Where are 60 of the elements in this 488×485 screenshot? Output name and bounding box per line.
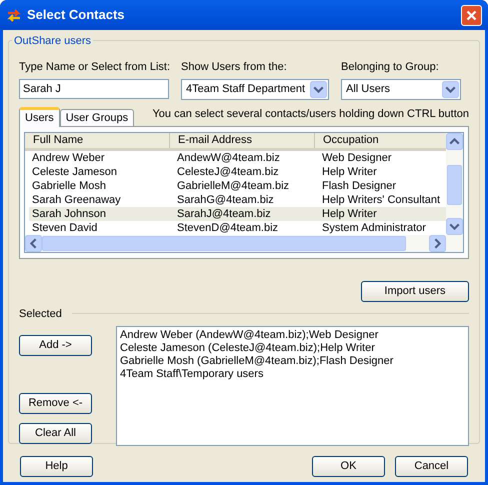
- cancel-button[interactable]: Cancel: [395, 456, 468, 477]
- column-header[interactable]: Full Name: [25, 132, 170, 148]
- table-cell-text: Help Writer: [321, 206, 378, 220]
- close-icon: [466, 10, 477, 20]
- table-cell-text: Andrew Weber: [31, 150, 106, 164]
- help-button[interactable]: Help: [20, 456, 93, 477]
- table-cell-text: Celeste Jameson: [31, 164, 118, 178]
- table-cell-text: SarahG@4team.biz: [176, 192, 275, 206]
- table-row[interactable]: Sarah Greenaway SarahG@4team.biz Help Writers' Consultant: [29, 192, 446, 206]
- window-title: Select Contacts: [27, 6, 126, 24]
- horizontal-scrollbar[interactable]: [25, 234, 463, 252]
- scroll-down-icon[interactable]: [446, 218, 463, 234]
- table-cell-text: AndewW@4team.biz: [176, 150, 281, 164]
- scroll-right-icon[interactable]: [429, 234, 446, 252]
- selected-item[interactable]: Celeste Jameson (CelesteJ@4team.biz);Help Writer: [120, 342, 465, 355]
- table-cell-text: Help Writers' Consultant: [321, 192, 442, 206]
- department-dropdown[interactable]: 4Team Staff Department: [181, 78, 329, 100]
- ok-button[interactable]: OK: [312, 456, 385, 477]
- name-input-field[interactable]: Sarah J: [19, 78, 169, 98]
- field-label: Type Name or Select from List:: [19, 60, 169, 75]
- field-label: Show Users from the:: [181, 60, 288, 75]
- scroll-left-icon[interactable]: [25, 234, 42, 252]
- table-cell-text: Steven David: [31, 220, 98, 234]
- table-cell-text: GabrielleM@4team.biz: [176, 178, 290, 192]
- tab[interactable]: Users: [19, 106, 60, 126]
- section-title: Selected: [19, 306, 62, 322]
- table-cell-text: StevenD@4team.biz: [176, 220, 280, 234]
- column-header[interactable]: Occupation: [315, 132, 446, 148]
- table-cell-text: System Administrator: [321, 220, 427, 234]
- selected-item[interactable]: 4Team Staff\Temporary users: [120, 368, 465, 381]
- scroll-thumb[interactable]: [42, 236, 406, 250]
- add-button[interactable]: Add ->: [19, 335, 92, 356]
- table-cell-text: Web Designer: [321, 150, 392, 164]
- table-cell-text: Flash Designer: [321, 178, 397, 192]
- tab[interactable]: User Groups: [60, 108, 134, 126]
- table-row[interactable]: Celeste Jameson CelesteJ@4team.biz Help Writer: [29, 164, 446, 178]
- vertical-scrollbar[interactable]: [446, 132, 463, 234]
- scroll-thumb[interactable]: [447, 164, 462, 204]
- table-cell-text: Sarah Greenaway: [31, 192, 122, 206]
- arrows-icon: [6, 7, 22, 23]
- scroll-up-icon[interactable]: [446, 132, 463, 150]
- hint-text: You can select several contacts/users holding down CTRL button: [152, 107, 469, 122]
- table-cell-text: Help Writer: [321, 164, 378, 178]
- table-cell-text: SarahJ@4team.biz: [176, 206, 272, 220]
- field-label: Belonging to Group:: [341, 60, 440, 75]
- group-dropdown[interactable]: All Users: [341, 78, 461, 100]
- table-row[interactable]: Andrew Weber AndewW@4team.biz Web Designer: [29, 150, 446, 164]
- table-row[interactable]: Gabrielle Mosh GabrielleM@4team.biz Flash Designer: [29, 178, 446, 192]
- column-header[interactable]: E-mail Address: [170, 132, 315, 148]
- close-button[interactable]: [461, 4, 482, 26]
- table-cell-text: Gabrielle Mosh: [31, 178, 107, 192]
- table-cell-text: CelesteJ@4team.biz: [176, 164, 280, 178]
- table-row[interactable]: Steven David StevenD@4team.biz System Administrator: [29, 220, 446, 234]
- remove-button[interactable]: Remove <-: [19, 393, 92, 414]
- selected-item[interactable]: Andrew Weber (AndewW@4team.biz);Web Designer: [120, 329, 465, 342]
- table-row[interactable]: Sarah Johnson SarahJ@4team.biz Help Writer: [29, 206, 446, 220]
- clear-all-button[interactable]: Clear All: [19, 423, 92, 444]
- table-cell-text: Sarah Johnson: [31, 206, 107, 220]
- selected-item[interactable]: Gabrielle Mosh (GabrielleM@4team.biz);Flash Designer: [120, 355, 465, 368]
- import-users-button[interactable]: Import users: [361, 280, 469, 302]
